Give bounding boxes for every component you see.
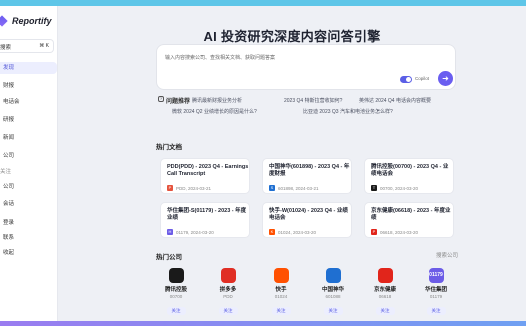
pdf-icon: P bbox=[167, 185, 173, 191]
sidebar: Reportify 搜索 ⌘ K 发现 财报 电话会 研报 新闻 公司 关注 公… bbox=[0, 6, 58, 321]
sidebar-item-calls[interactable]: 电话会 bbox=[0, 96, 57, 108]
company-name: 腾讯控股 bbox=[164, 287, 187, 293]
company-code: 601088 bbox=[325, 294, 341, 299]
company-name: 中国神华 bbox=[321, 287, 344, 293]
company-name: 快手 bbox=[275, 287, 287, 293]
company-logo-icon bbox=[325, 268, 341, 283]
doc-meta: 06618, 2024-03-20 bbox=[380, 230, 419, 235]
doc-meta: 601898, 2024-03-21 bbox=[278, 186, 319, 191]
doc-card[interactable]: 京东健康(06618) - 2023 - 年度业绩 P 06618, 2024-… bbox=[364, 202, 454, 238]
copilot-label: Copilot bbox=[415, 76, 430, 81]
company-code: 00700 bbox=[169, 294, 183, 299]
sidebar-item-collapse[interactable]: 收起 bbox=[0, 247, 57, 259]
send-button[interactable]: ➜ bbox=[438, 71, 453, 86]
sidebar-search-label: 搜索 bbox=[0, 45, 12, 51]
company-logo-icon: 01179 bbox=[428, 268, 444, 283]
company-name: 拼多多 bbox=[219, 287, 237, 293]
reportify-logo-icon bbox=[0, 15, 8, 27]
doc-meta: 01024, 2024-03-20 bbox=[278, 230, 317, 235]
company-card[interactable]: 京东健康 06618 关注 bbox=[365, 268, 405, 317]
sidebar-item-follow-companies[interactable]: 公司 bbox=[0, 181, 57, 193]
sidebar-item-contact[interactable]: 联系 bbox=[0, 232, 57, 244]
pdf-icon: P bbox=[371, 229, 377, 235]
company-name: 华住集团 bbox=[424, 287, 447, 293]
follow-button[interactable]: 关注 bbox=[426, 307, 446, 315]
company-name: 京东健康 bbox=[373, 287, 396, 293]
sidebar-item-login[interactable]: 登录 bbox=[0, 217, 57, 229]
doc-card[interactable]: 快手-W(01024) - 2023 Q4 - 业绩电话会 K 01024, 2… bbox=[262, 202, 352, 238]
doc-meta: 00700, 2024-03-20 bbox=[380, 186, 419, 191]
doc-card[interactable]: PDD(PDD) - 2023 Q4 - Earnings Call Trans… bbox=[160, 158, 250, 194]
window-bottom-strip bbox=[0, 321, 526, 326]
doc-title: 中国神华(601898) - 2023 Q4 - 年度财报 bbox=[269, 164, 350, 177]
sidebar-item-sessions[interactable]: 会话 bbox=[0, 198, 57, 210]
sidebar-item-financials[interactable]: 财报 bbox=[0, 80, 57, 92]
doc-title: 腾讯控股(00700) - 2023 Q4 - 业绩电话会 bbox=[371, 164, 449, 177]
doc-meta: 01179, 2024-03-20 bbox=[176, 230, 214, 235]
company-logo-icon bbox=[220, 268, 236, 283]
docs-section-title: 热门文档 bbox=[156, 144, 182, 151]
follow-button[interactable]: 关注 bbox=[323, 307, 343, 315]
copilot-toggle[interactable] bbox=[400, 76, 412, 83]
company-logo-icon: S bbox=[269, 185, 275, 191]
sidebar-item-research[interactable]: 研报 bbox=[0, 114, 57, 126]
companies-section-title: 热门公司 bbox=[156, 254, 182, 261]
company-logo-icon: K bbox=[269, 229, 275, 235]
company-card[interactable]: 快手 01024 关注 bbox=[261, 268, 301, 317]
doc-title: 京东健康(06618) - 2023 - 年度业绩 bbox=[371, 208, 451, 221]
doc-meta: PDD, 2024-03-21 bbox=[176, 186, 212, 191]
arrow-right-icon: ➜ bbox=[442, 74, 449, 83]
faq-question[interactable]: 微软 2024 Q2 业绩增长的原因是什么? bbox=[172, 108, 257, 115]
question-icon: ? bbox=[158, 96, 164, 102]
brand-logo[interactable]: Reportify bbox=[0, 15, 52, 27]
faq-question[interactable]: 英伟达 2024 Q4 电话会内容概要 bbox=[359, 97, 431, 104]
doc-card[interactable]: 华住集团-S(01179) - 2023 - 年度业绩 H 01179, 202… bbox=[160, 202, 250, 238]
doc-title: 华住集团-S(01179) - 2023 - 年度业绩 bbox=[167, 208, 247, 221]
company-card[interactable]: 中国神华 601088 关注 bbox=[313, 268, 353, 317]
doc-card[interactable]: 中国神华(601898) - 2023 Q4 - 年度财报 S 601898, … bbox=[262, 158, 352, 194]
search-companies-link[interactable]: 搜索公司 bbox=[436, 251, 458, 259]
company-logo-icon: H bbox=[167, 229, 173, 235]
sidebar-item-news[interactable]: 新闻 bbox=[0, 132, 57, 144]
faq-question[interactable]: 比亚迪 2023 Q3 汽车和电池业务怎么样? bbox=[303, 108, 393, 115]
company-card[interactable]: 拼多多 PDD 关注 bbox=[208, 268, 248, 317]
main-content: AI 投资研究深度内容问答引擎 输入内容搜索公司、查找相关文档、获取问题答案 C… bbox=[58, 6, 526, 321]
follow-button[interactable]: 关注 bbox=[375, 307, 395, 315]
follow-button[interactable]: 关注 bbox=[271, 307, 291, 315]
query-box[interactable]: 输入内容搜索公司、查找相关文档、获取问题答案 Copilot ➜ bbox=[156, 44, 456, 90]
brand-name: Reportify bbox=[12, 16, 52, 26]
doc-card[interactable]: 腾讯控股(00700) - 2023 Q4 - 业绩电话会 T 00700, 2… bbox=[364, 158, 454, 194]
follow-button[interactable]: 关注 bbox=[218, 307, 238, 315]
company-code: 01024 bbox=[274, 294, 288, 299]
sidebar-item-discover[interactable]: 发现 bbox=[0, 62, 57, 74]
follow-button[interactable]: 关注 bbox=[166, 307, 186, 315]
doc-title: 快手-W(01024) - 2023 Q4 - 业绩电话会 bbox=[269, 208, 348, 221]
search-shortcut: ⌘ K bbox=[39, 43, 49, 49]
company-code: 01179 bbox=[429, 294, 443, 299]
faq-title: 问题推荐 bbox=[166, 99, 191, 105]
company-code: PDD bbox=[223, 294, 233, 299]
page-title: AI 投资研究深度内容问答引擎 bbox=[203, 29, 381, 44]
company-logo-icon bbox=[273, 268, 289, 283]
company-logo-icon bbox=[377, 268, 393, 283]
company-card[interactable]: 01179 华住集团 01179 关注 bbox=[416, 268, 456, 317]
sidebar-item-companies[interactable]: 公司 bbox=[0, 150, 57, 162]
query-input[interactable]: 输入内容搜索公司、查找相关文档、获取问题答案 bbox=[165, 54, 275, 61]
faq-question[interactable]: 腾讯最新财报业务分析 bbox=[192, 97, 242, 104]
company-logo-icon: T bbox=[371, 185, 377, 191]
sidebar-search[interactable]: 搜索 ⌘ K bbox=[0, 39, 54, 53]
company-card[interactable]: 腾讯控股 00700 关注 bbox=[156, 268, 196, 317]
company-code: 06618 bbox=[378, 294, 392, 299]
company-logo-icon bbox=[168, 268, 184, 283]
faq-question[interactable]: 2023 Q4 特斯拉营收如何? bbox=[284, 97, 342, 104]
doc-title: PDD(PDD) - 2023 Q4 - Earnings Call Trans… bbox=[167, 164, 249, 177]
sidebar-group-follow: 关注 bbox=[0, 169, 12, 175]
